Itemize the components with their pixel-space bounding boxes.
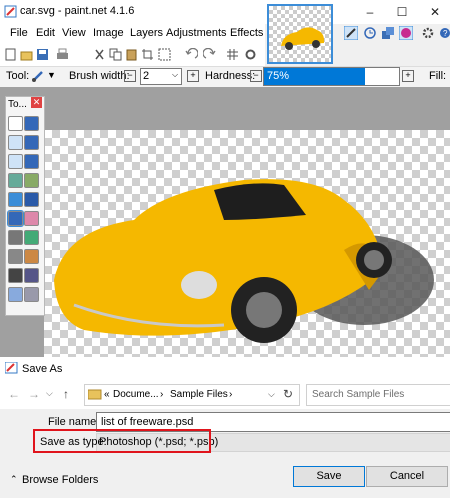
hardness-label: Hardness: (205, 70, 256, 82)
shapes-type-icon[interactable] (24, 287, 39, 302)
copy-icon[interactable] (109, 48, 122, 61)
refresh-icon[interactable]: ↻ (283, 387, 293, 401)
address-dropdown-icon[interactable]: ⌵ (268, 389, 275, 400)
breadcrumb-documents[interactable]: Docume... (113, 389, 159, 400)
deselect-icon[interactable] (158, 48, 171, 61)
brush-width-label: Brush width: (69, 70, 130, 82)
save-icon[interactable] (36, 48, 49, 61)
maximize-button[interactable]: ☐ (387, 0, 417, 24)
redo-icon[interactable] (203, 48, 216, 61)
paste-icon[interactable] (125, 48, 138, 61)
back-arrow-icon[interactable]: ← (8, 387, 20, 401)
brush-width-value: 2 (143, 70, 150, 82)
rectangle-select-icon[interactable] (8, 116, 23, 131)
tool-dropdown-arrow-icon[interactable]: ▼ (47, 70, 56, 80)
forward-arrow-icon[interactable]: → (28, 387, 40, 401)
menu-layers[interactable]: Layers (130, 27, 163, 39)
text-icon[interactable] (8, 268, 23, 283)
open-folder-icon[interactable] (20, 48, 33, 61)
paintbrush-icon[interactable] (7, 210, 24, 227)
paintbrush-tool-icon[interactable] (31, 69, 45, 83)
crop-icon[interactable] (141, 48, 154, 61)
grid-icon[interactable] (226, 48, 239, 61)
brush-width-decrease-button[interactable]: − (124, 70, 136, 82)
shapes-icon[interactable] (8, 287, 23, 302)
folder-icon (88, 389, 102, 400)
new-file-icon[interactable] (4, 48, 17, 61)
hardness-value: 75% (267, 70, 290, 82)
car-image (54, 179, 434, 343)
browse-folders-toggle[interactable]: Browse Folders (22, 474, 98, 486)
file-name-label: File name: (48, 416, 100, 428)
menu-adjustments[interactable]: Adjustments (166, 27, 227, 39)
cancel-button[interactable]: Cancel (366, 466, 448, 487)
browse-folders-chevron-icon[interactable]: ⌃ (10, 474, 18, 485)
breadcrumb-overflow[interactable]: « (104, 389, 110, 400)
breadcrumb-separator-icon: › (160, 389, 164, 400)
settings-icon[interactable] (244, 48, 257, 61)
close-button[interactable]: ✕ (420, 0, 450, 24)
recolor-icon[interactable] (24, 249, 39, 264)
magic-wand-icon[interactable] (8, 173, 23, 188)
settings-gear-icon[interactable] (421, 26, 435, 40)
pencil-icon[interactable] (8, 230, 23, 245)
recent-locations-chevron-icon[interactable]: ⌵ (46, 388, 53, 399)
line-curve-icon[interactable] (24, 268, 39, 283)
colors-icon[interactable] (399, 26, 413, 40)
move-selection-icon[interactable] (24, 116, 39, 131)
print-icon[interactable] (56, 48, 69, 61)
dialog-title: Save As (22, 363, 63, 375)
ellipse-select-icon[interactable] (8, 154, 23, 169)
search-placeholder: Search Sample Files (312, 389, 405, 400)
highlight-box (33, 429, 211, 453)
menu-effects[interactable]: Effects (230, 27, 263, 39)
image-thumbnail-tab[interactable] (267, 4, 333, 64)
svg-text:?: ? (443, 29, 448, 38)
move-selected-icon[interactable] (24, 135, 39, 150)
window-title: car.svg - paint.net 4.1.6 (20, 5, 135, 17)
zoom-icon[interactable] (24, 154, 39, 169)
paint-bucket-icon[interactable] (8, 192, 23, 207)
paintnet-dialog-icon (5, 362, 18, 374)
menu-file[interactable]: File (10, 27, 28, 39)
dialog-title-bar (0, 357, 450, 379)
undo-icon[interactable] (185, 48, 198, 61)
tool-label: Tool: (6, 70, 30, 82)
breadcrumb-separator-icon: › (229, 389, 233, 400)
gradient-icon[interactable] (24, 192, 39, 207)
pan-icon[interactable] (24, 173, 39, 188)
eraser-icon[interactable] (24, 211, 39, 226)
fill-label: Fill: (429, 70, 447, 82)
paintnet-app-icon (4, 5, 17, 18)
breadcrumb-sample-files[interactable]: Sample Files (170, 389, 228, 400)
menu-image[interactable]: Image (93, 27, 124, 39)
tools-close-icon[interactable]: ✕ (31, 97, 42, 108)
file-name-value: list of freeware.psd (101, 416, 194, 428)
menu-edit[interactable]: Edit (36, 27, 55, 39)
hardness-decrease-button[interactable]: − (250, 70, 262, 82)
menu-view[interactable]: View (62, 27, 86, 39)
minimize-button[interactable]: – (355, 0, 385, 24)
tools-window-icon[interactable] (344, 26, 358, 40)
clone-stamp-icon[interactable] (8, 249, 23, 264)
lasso-select-icon[interactable] (8, 135, 23, 150)
color-picker-icon[interactable] (24, 230, 39, 245)
help-icon[interactable]: ? (438, 26, 450, 40)
cut-icon[interactable] (93, 48, 106, 61)
brush-width-increase-button[interactable]: + (187, 70, 199, 82)
image-canvas[interactable] (44, 130, 450, 357)
tools-palette-title: To... (8, 99, 27, 110)
history-icon[interactable] (363, 26, 377, 40)
brush-width-dropdown-icon[interactable]: ⌵ (172, 70, 178, 80)
save-button[interactable]: Save (293, 466, 365, 487)
layers-icon[interactable] (381, 26, 395, 40)
hardness-increase-button[interactable]: + (402, 70, 414, 82)
up-arrow-icon[interactable]: ↑ (63, 387, 69, 401)
